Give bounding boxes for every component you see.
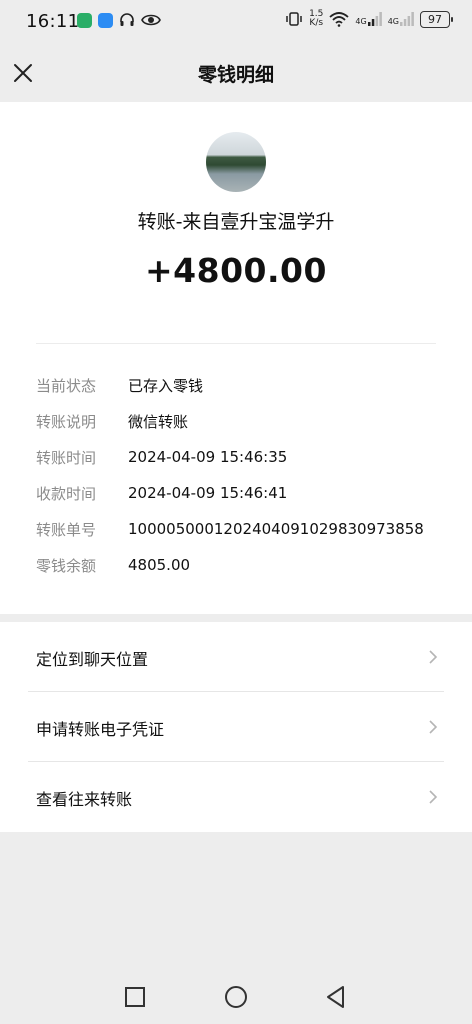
locate-chat-item[interactable]: 定位到聊天位置 [0,622,472,692]
detail-label: 零钱余额 [36,556,97,575]
net-speed: 1.5 K/s [309,9,324,28]
detail-label: 收款时间 [36,484,97,503]
detail-list: 当前状态 已存入零钱 转账说明 微信转账 转账时间 2024-04-09 15:… [36,367,446,583]
eye-icon [141,14,161,26]
headphones-icon [120,13,134,26]
request-voucher-item[interactable]: 申请转账电子凭证 [0,692,472,762]
view-transfers-item[interactable]: 查看往来转账 [0,762,472,832]
wifi-icon [329,12,350,27]
transfer-card: 转账-来自壹升宝温学升 +4800.00 当前状态 已存入零钱 转账说明 微信转… [0,102,472,614]
detail-row-balance: 零钱余额 4805.00 [36,547,446,583]
avatar [206,132,266,192]
recents-button[interactable] [122,984,148,1010]
signal-bars-icon [367,12,382,26]
list-item-label: 定位到聊天位置 [36,650,149,669]
detail-row-transfer-time: 转账时间 2024-04-09 15:46:35 [36,439,446,475]
chevron-right-icon [429,790,438,804]
signal-1: 4G [355,12,382,26]
detail-value: 微信转账 [128,412,189,431]
navigation-bar [0,970,472,1024]
chevron-right-icon [429,650,438,664]
detail-label: 转账说明 [36,412,97,431]
detail-label: 转账时间 [36,448,97,467]
clock: 16:11 [26,11,80,32]
detail-value: 2024-04-09 15:46:35 [128,448,288,466]
detail-row-receive-time: 收款时间 2024-04-09 15:46:41 [36,475,446,511]
signal-2: 4G [388,12,414,26]
battery-indicator: 97 [420,10,453,28]
detail-value: 1000050001202404091029830973858 [128,520,424,538]
page-title: 零钱明细 [197,64,274,86]
app-icon [98,12,113,28]
vibrate-icon [286,12,302,26]
detail-value: 已存入零钱 [128,376,204,395]
status-bar: 16:11 1.5 K/s 4G 4G 97 [0,0,472,44]
detail-value: 2024-04-09 15:46:41 [128,484,288,502]
wechat-icon [77,12,92,28]
transfer-source: 转账-来自壹升宝温学升 [137,211,335,233]
chevron-right-icon [429,720,438,734]
action-list: 定位到聊天位置 申请转账电子凭证 查看往来转账 [0,622,472,832]
detail-row-note: 转账说明 微信转账 [36,403,446,439]
detail-label: 转账单号 [36,520,97,539]
list-item-label: 申请转账电子凭证 [36,720,165,739]
home-button[interactable] [223,984,249,1010]
signal-bars-icon [400,12,414,26]
divider [36,343,436,344]
transfer-amount: +4800.00 [145,251,327,290]
detail-row-transfer-id: 转账单号 1000050001202404091029830973858 [36,511,446,547]
detail-label: 当前状态 [36,376,97,395]
detail-value: 4805.00 [128,556,191,574]
title-bar: 零钱明细 [0,44,472,102]
list-item-label: 查看往来转账 [36,790,133,809]
back-button[interactable] [323,984,349,1010]
detail-row-status: 当前状态 已存入零钱 [36,367,446,403]
